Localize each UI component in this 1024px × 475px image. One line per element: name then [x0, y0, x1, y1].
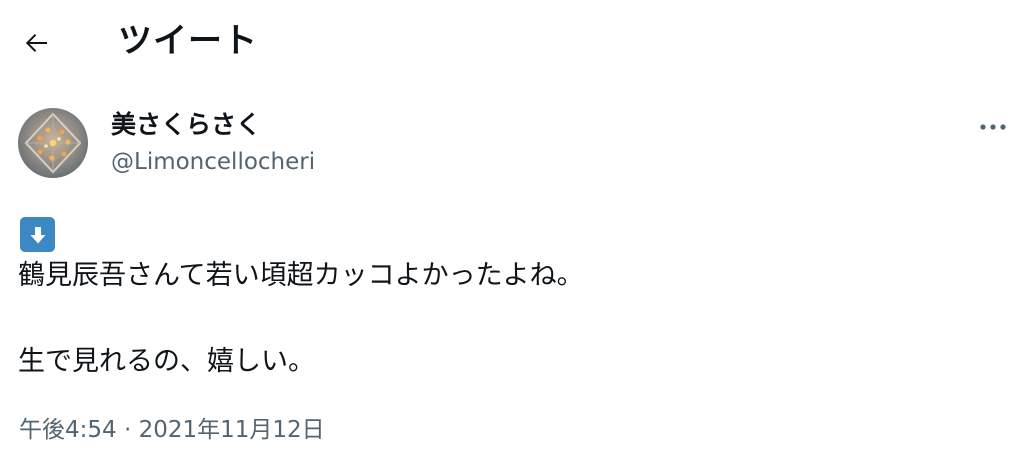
back-button[interactable]: [18, 24, 56, 62]
timestamp-separator: ·: [123, 417, 132, 443]
page-title: ツイート: [118, 21, 258, 61]
author-handle[interactable]: @Limoncellocheri: [111, 146, 315, 178]
tweet-text-line: 鶴見辰吾さんて若い頃超カッコよかったよね。: [18, 260, 584, 291]
profile-photo: [18, 108, 88, 178]
author-name[interactable]: 美さくらさく: [111, 108, 261, 142]
tweet-timestamp[interactable]: 午後4:54 · 2021年11月12日: [19, 413, 325, 447]
more-options-button[interactable]: [968, 108, 1018, 146]
tweet-text-line: 生で見れるの、嬉しい。: [18, 346, 315, 377]
page-header: ツイート: [0, 0, 1024, 84]
tweet-time: 午後4:54: [19, 417, 117, 443]
arrow-left-icon: [25, 34, 47, 52]
more-horizontal-icon: [980, 124, 1006, 130]
tweet-date: 2021年11月12日: [138, 417, 325, 443]
tweet-detail-page: ツイート 美さくらさく @Limoncellocheri 鶴見辰吾さんて若い頃超…: [0, 0, 1024, 475]
avatar[interactable]: [18, 108, 88, 178]
down-arrow-emoji-icon: [20, 217, 55, 252]
